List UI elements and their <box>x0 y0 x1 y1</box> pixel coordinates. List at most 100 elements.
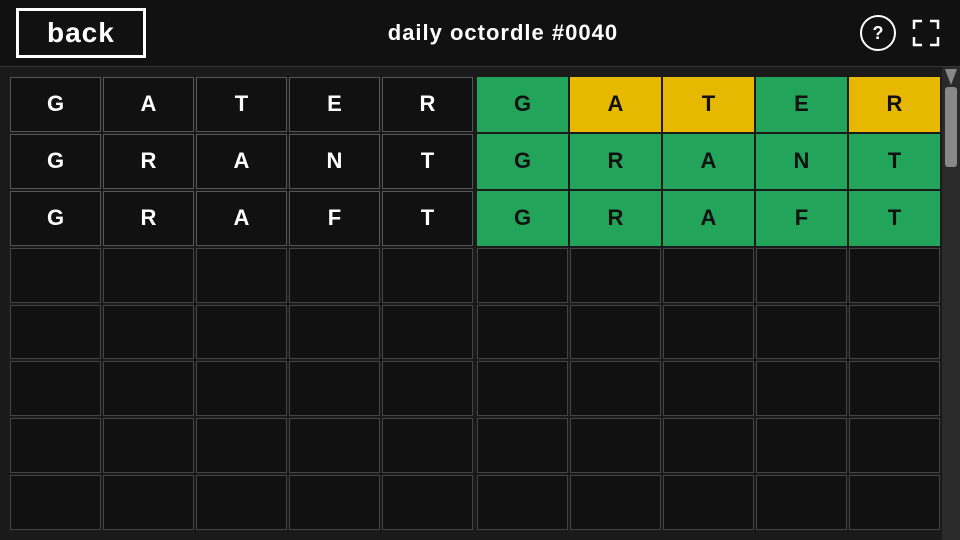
cell-left-2-2: A <box>196 191 287 246</box>
cell-right-1-4: T <box>849 134 940 189</box>
cell-left-0-3: E <box>289 77 380 132</box>
row-right-1: GRANT <box>477 134 940 189</box>
panel-left: GATERGRANTGRAFT <box>8 75 475 532</box>
cell-left-1-2: A <box>196 134 287 189</box>
cell-left-6-3 <box>289 418 380 473</box>
cell-right-7-4 <box>849 475 940 530</box>
main-area: GATERGRANTGRAFTGATERGRANTGRAFT <box>0 67 960 540</box>
cell-left-2-4: T <box>382 191 473 246</box>
cell-right-7-1 <box>570 475 661 530</box>
cell-right-5-2 <box>663 361 754 416</box>
cell-left-3-2 <box>196 248 287 303</box>
cell-right-6-0 <box>477 418 568 473</box>
row-left-3 <box>10 248 473 303</box>
cell-right-0-2: T <box>663 77 754 132</box>
cell-right-4-1 <box>570 305 661 360</box>
cell-right-4-2 <box>663 305 754 360</box>
cell-right-7-2 <box>663 475 754 530</box>
cell-right-3-2 <box>663 248 754 303</box>
cell-left-5-3 <box>289 361 380 416</box>
cell-left-6-1 <box>103 418 194 473</box>
cell-left-5-0 <box>10 361 101 416</box>
row-right-5 <box>477 361 940 416</box>
row-right-2: GRAFT <box>477 191 940 246</box>
row-right-0: GATER <box>477 77 940 132</box>
cell-right-6-4 <box>849 418 940 473</box>
cell-left-0-2: T <box>196 77 287 132</box>
cell-left-7-0 <box>10 475 101 530</box>
cell-right-7-0 <box>477 475 568 530</box>
back-button[interactable]: back <box>16 8 146 58</box>
scrollbar[interactable] <box>942 67 960 540</box>
cell-right-4-4 <box>849 305 940 360</box>
cell-left-4-4 <box>382 305 473 360</box>
cell-left-6-4 <box>382 418 473 473</box>
scrollbar-thumb[interactable] <box>945 87 957 167</box>
cell-right-4-0 <box>477 305 568 360</box>
row-left-7 <box>10 475 473 530</box>
cell-left-1-0: G <box>10 134 101 189</box>
cell-right-1-0: G <box>477 134 568 189</box>
cell-left-2-1: R <box>103 191 194 246</box>
cell-left-3-3 <box>289 248 380 303</box>
row-left-2: GRAFT <box>10 191 473 246</box>
cell-right-0-1: A <box>570 77 661 132</box>
cell-right-2-4: T <box>849 191 940 246</box>
header: back daily octordle #0040 ? <box>0 0 960 67</box>
cell-left-5-1 <box>103 361 194 416</box>
cell-left-7-2 <box>196 475 287 530</box>
cell-right-6-3 <box>756 418 847 473</box>
cell-right-5-1 <box>570 361 661 416</box>
cell-left-2-0: G <box>10 191 101 246</box>
row-right-4 <box>477 305 940 360</box>
cell-right-7-3 <box>756 475 847 530</box>
cell-left-2-3: F <box>289 191 380 246</box>
header-icons: ? <box>860 15 944 51</box>
cell-left-6-2 <box>196 418 287 473</box>
cell-left-6-0 <box>10 418 101 473</box>
cell-right-0-0: G <box>477 77 568 132</box>
cell-left-0-0: G <box>10 77 101 132</box>
cell-left-3-4 <box>382 248 473 303</box>
cell-right-2-0: G <box>477 191 568 246</box>
cell-right-2-2: A <box>663 191 754 246</box>
cell-right-1-1: R <box>570 134 661 189</box>
cell-left-1-1: R <box>103 134 194 189</box>
cell-right-1-2: A <box>663 134 754 189</box>
cell-right-1-3: N <box>756 134 847 189</box>
cell-right-2-1: R <box>570 191 661 246</box>
cell-right-3-4 <box>849 248 940 303</box>
cell-left-7-1 <box>103 475 194 530</box>
cell-left-4-1 <box>103 305 194 360</box>
cell-left-1-3: N <box>289 134 380 189</box>
cell-left-0-4: R <box>382 77 473 132</box>
cell-right-5-0 <box>477 361 568 416</box>
cell-right-5-4 <box>849 361 940 416</box>
cell-right-6-1 <box>570 418 661 473</box>
cell-right-4-3 <box>756 305 847 360</box>
cell-right-2-3: F <box>756 191 847 246</box>
grid-area: GATERGRANTGRAFTGATERGRANTGRAFT <box>0 67 942 540</box>
cell-right-6-2 <box>663 418 754 473</box>
row-right-7 <box>477 475 940 530</box>
cell-right-0-3: E <box>756 77 847 132</box>
cell-left-3-0 <box>10 248 101 303</box>
row-right-3 <box>477 248 940 303</box>
cell-left-1-4: T <box>382 134 473 189</box>
cell-right-3-1 <box>570 248 661 303</box>
expand-icon[interactable] <box>908 15 944 51</box>
cell-right-3-0 <box>477 248 568 303</box>
cell-left-4-2 <box>196 305 287 360</box>
page-title: daily octordle #0040 <box>146 20 860 46</box>
cell-left-5-4 <box>382 361 473 416</box>
help-icon[interactable]: ? <box>860 15 896 51</box>
cell-left-0-1: A <box>103 77 194 132</box>
cell-right-3-3 <box>756 248 847 303</box>
row-left-6 <box>10 418 473 473</box>
row-left-0: GATER <box>10 77 473 132</box>
cell-left-7-3 <box>289 475 380 530</box>
row-left-5 <box>10 361 473 416</box>
cell-left-4-0 <box>10 305 101 360</box>
cell-left-7-4 <box>382 475 473 530</box>
cell-left-5-2 <box>196 361 287 416</box>
